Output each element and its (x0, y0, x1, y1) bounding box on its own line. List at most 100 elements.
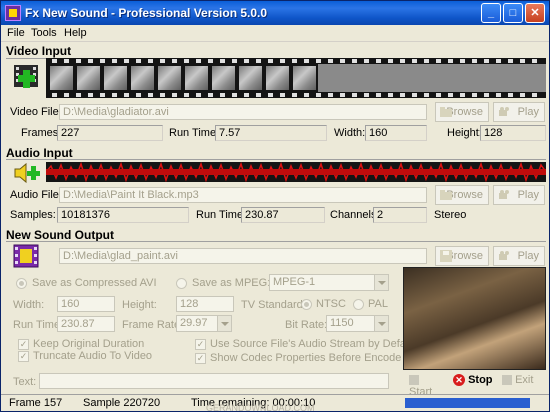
progress-bar (405, 398, 530, 408)
stop-icon: ✕ (453, 374, 465, 387)
bit-rate-select[interactable]: 1150 (326, 315, 389, 332)
folder-icon (440, 106, 452, 118)
folder-icon (440, 189, 452, 201)
output-video-icon (12, 244, 40, 268)
menu-help[interactable]: Help (64, 27, 87, 39)
output-title: New Sound Output (6, 228, 114, 242)
video-input-title: Video Input (6, 44, 72, 58)
video-runtime-label: Run Time: (169, 127, 220, 139)
video-width-label: Width: (334, 127, 366, 139)
pal-radio[interactable] (353, 299, 364, 310)
exit-label: Exit (515, 374, 534, 386)
samples-label: Samples: (10, 209, 56, 221)
output-play-label: Play (517, 250, 539, 262)
video-browse-button[interactable]: Browse (435, 102, 489, 122)
video-play-label: Play (517, 106, 539, 118)
exit-button[interactable]: Exit (502, 371, 538, 391)
out-runtime-field[interactable]: 230.87 (57, 316, 115, 332)
out-height-label: Height: (122, 299, 157, 311)
samples-value: 10181376 (57, 207, 189, 223)
chevron-down-icon (217, 316, 231, 331)
text-label: Text: (13, 376, 37, 388)
video-height-label: Height: (447, 127, 482, 139)
status-sample: Sample 220720 (83, 397, 161, 409)
chevron-down-icon (374, 316, 388, 331)
save-avi-label: Save as Compressed AVI (32, 277, 157, 289)
app-icon (5, 5, 21, 21)
mpeg-format-value: MPEG-1 (273, 276, 316, 288)
divider (6, 241, 546, 242)
exit-icon (502, 375, 512, 386)
maximize-button[interactable]: □ (503, 3, 523, 23)
show-codec-label: Show Codec Properties Before Encode (210, 352, 402, 364)
video-add-icon[interactable] (12, 62, 42, 92)
menu-tools[interactable]: Tools (31, 27, 57, 39)
video-height-value: 128 (480, 125, 546, 141)
stop-button[interactable]: ✕ Stop (453, 371, 493, 391)
video-runtime-value: 7.57 (215, 125, 327, 141)
stop-label: Stop (468, 374, 493, 386)
save-icon (440, 250, 452, 262)
channels-value: 2 (373, 207, 427, 223)
audio-file-field[interactable]: D:\Media\Paint It Black.mp3 (59, 187, 427, 203)
frame-rate-select[interactable]: 29.97 (176, 315, 232, 332)
keep-duration-checkbox[interactable]: ✓ (18, 339, 29, 350)
bit-rate-label: Bit Rate: (285, 319, 328, 331)
save-mpeg-radio[interactable] (176, 278, 187, 289)
save-avi-radio[interactable] (16, 278, 27, 289)
watermark: GERANDOWNLOAD.COM (206, 403, 315, 412)
audio-runtime-label: Run Time: (196, 209, 247, 221)
video-file-label: Video File: (10, 106, 62, 118)
audio-waveform (46, 162, 546, 182)
output-play-button[interactable]: Play (493, 246, 545, 266)
video-play-button[interactable]: Play (493, 102, 545, 122)
stereo-label: Stereo (434, 209, 467, 221)
status-frame: Frame 157 (9, 397, 63, 409)
ntsc-radio[interactable] (301, 299, 312, 310)
mpeg-format-select[interactable]: MPEG-1 (269, 274, 389, 291)
use-source-label: Use Source File's Audio Stream by Defaul… (210, 338, 418, 350)
frame-rate-label: Frame Rate: (122, 319, 184, 331)
menu-file[interactable]: File (7, 27, 25, 39)
start-button[interactable]: Start (409, 371, 445, 398)
audio-play-label: Play (517, 189, 539, 201)
video-file-field[interactable]: D:\Media\gladiator.avi (59, 104, 427, 120)
projector-icon (498, 189, 510, 201)
truncate-label: Truncate Audio To Video (33, 350, 153, 362)
output-browse-button[interactable]: Browse (435, 246, 489, 266)
audio-browse-button[interactable]: Browse (435, 185, 489, 205)
close-button[interactable]: ✕ (525, 3, 545, 23)
audio-play-button[interactable]: Play (493, 185, 545, 205)
divider (6, 159, 546, 160)
keep-duration-label: Keep Original Duration (33, 338, 145, 350)
out-height-field[interactable]: 128 (176, 296, 234, 312)
out-runtime-label: Run Time: (13, 319, 64, 331)
projector-icon (498, 106, 510, 118)
video-width-value: 160 (365, 125, 427, 141)
projector-icon (498, 250, 510, 262)
bit-rate-value: 1150 (330, 317, 354, 329)
minimize-button[interactable]: _ (481, 3, 501, 23)
audio-file-label: Audio File: (10, 189, 62, 201)
frame-rate-value: 29.97 (180, 317, 208, 329)
audio-runtime-value: 230.87 (241, 207, 325, 223)
video-preview (403, 267, 546, 370)
text-field[interactable] (39, 373, 389, 389)
out-width-field[interactable]: 160 (57, 296, 115, 312)
show-codec-checkbox[interactable]: ✓ (195, 353, 206, 364)
video-filmstrip (46, 58, 546, 98)
truncate-checkbox[interactable]: ✓ (18, 351, 29, 362)
use-source-checkbox[interactable]: ✓ (195, 339, 206, 350)
title-bar[interactable]: Fx New Sound - Professional Version 5.0.… (1, 1, 549, 25)
output-file-field[interactable]: D:\Media\glad_paint.avi (59, 248, 427, 264)
menu-bar: File Tools Help (1, 25, 549, 42)
frames-label: Frames: (21, 127, 62, 139)
save-mpeg-label: Save as MPEG: (192, 277, 271, 289)
tv-standard-label: TV Standard: (241, 299, 306, 311)
frames-value: 227 (57, 125, 163, 141)
speaker-add-icon[interactable] (12, 161, 42, 185)
pal-label: PAL (368, 298, 388, 310)
app-window: Fx New Sound - Professional Version 5.0.… (0, 0, 550, 412)
ntsc-label: NTSC (316, 298, 346, 310)
chevron-down-icon (374, 275, 388, 290)
